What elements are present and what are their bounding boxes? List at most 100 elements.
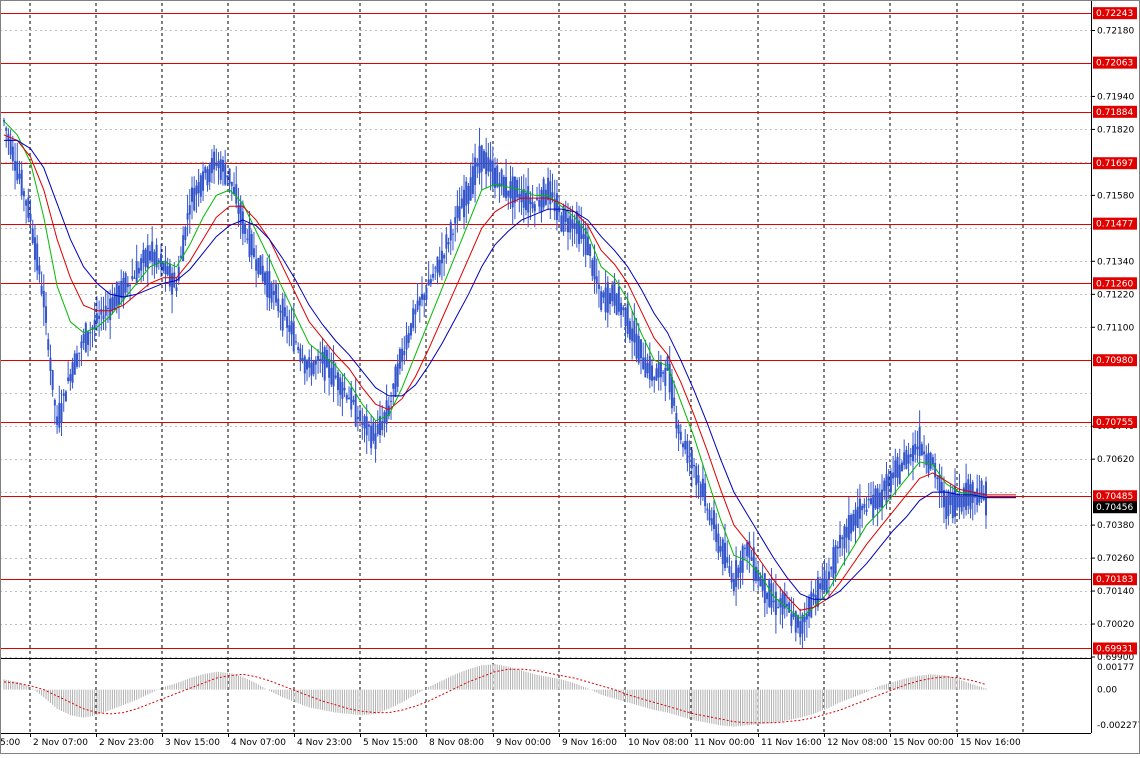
candle [312, 359, 315, 377]
candle-body [38, 265, 41, 275]
candle-body [491, 160, 494, 187]
candle [748, 531, 751, 574]
candle [25, 198, 28, 224]
candle [560, 211, 563, 233]
candle [137, 261, 140, 278]
candle-body [617, 286, 620, 312]
candle [263, 270, 266, 295]
candle [356, 405, 359, 432]
candle [907, 442, 910, 476]
candle [252, 232, 255, 259]
candle [460, 185, 463, 210]
candle [965, 463, 968, 516]
candle-body [151, 241, 154, 262]
candle-body [699, 483, 702, 498]
candle-body [909, 454, 912, 458]
candle-body [233, 186, 236, 195]
price-chart[interactable]: 0.72180 0.71940 0.71820 0.71580 0.71340 0.712… [0, 0, 1140, 754]
candle-body [768, 579, 771, 607]
candle-body [354, 394, 357, 426]
candle [64, 389, 67, 402]
candle [810, 580, 813, 619]
candle-body [190, 187, 193, 202]
candle [20, 161, 23, 200]
current-price-text: 0.70456 [1096, 503, 1133, 513]
candle [940, 466, 943, 508]
candle [438, 246, 441, 278]
candle-body [49, 357, 52, 371]
oscillator-panel [0, 658, 1091, 727]
candle-body [60, 403, 63, 423]
candle-body [447, 242, 450, 245]
candle-body [78, 352, 81, 354]
candle-body [98, 315, 101, 320]
candle-body [11, 146, 14, 162]
candle-body [597, 284, 600, 289]
candle [474, 143, 477, 203]
candle-body [695, 465, 698, 486]
candle-body [805, 613, 808, 620]
candle-body [861, 505, 864, 511]
candle [58, 385, 61, 433]
candle-body [146, 245, 149, 269]
candle-body [297, 346, 300, 351]
candle [721, 537, 724, 576]
candle-body [595, 276, 598, 284]
candle-body [370, 425, 373, 449]
level-label-text: 0.70980 [1096, 356, 1133, 366]
candle-body [874, 488, 877, 509]
candle-body [89, 332, 92, 334]
candle-body [412, 308, 415, 328]
candle [416, 282, 419, 312]
candle-body [401, 348, 404, 362]
candle [861, 503, 864, 528]
osc-tick-label: -0.002277 [1097, 721, 1140, 731]
candle-body [193, 188, 196, 211]
candle-body [518, 194, 521, 199]
candle-body [451, 233, 454, 235]
candle [210, 149, 213, 184]
candle-body [414, 309, 417, 315]
candle-body [602, 292, 605, 298]
candle [261, 254, 264, 284]
candle-body [330, 367, 333, 385]
candle-body [142, 249, 145, 263]
candle [381, 405, 384, 436]
candle-body [728, 566, 731, 574]
candle [197, 169, 200, 207]
candle-body [673, 397, 676, 406]
candle [843, 524, 846, 566]
candle-body [16, 161, 19, 181]
candle-body [662, 372, 665, 374]
candle-body [126, 283, 129, 288]
candle-body [604, 287, 607, 313]
candle [190, 176, 193, 220]
price-tick-label: 0.70380 [1097, 521, 1134, 531]
candle [761, 564, 764, 598]
candle [876, 483, 879, 527]
candle-body [175, 287, 178, 291]
candle [268, 254, 271, 311]
candle-body [409, 323, 412, 336]
candle [847, 496, 850, 556]
candle-body [850, 515, 853, 534]
candle-body [421, 293, 424, 300]
price-tick-label: 0.70620 [1097, 455, 1134, 465]
candle-body [854, 509, 857, 526]
candle-body [883, 480, 886, 491]
candle-body [529, 198, 532, 205]
candle [120, 269, 123, 306]
candle-body [374, 433, 377, 450]
candle [699, 481, 702, 506]
candle-body [929, 452, 932, 469]
candle [445, 227, 448, 264]
candle-body [670, 377, 673, 409]
candle-body [184, 227, 187, 241]
chart-frame [0, 0, 1140, 754]
candle [686, 434, 689, 472]
candle-body [288, 325, 291, 332]
candle [38, 256, 41, 283]
candle [80, 335, 83, 366]
candle [606, 276, 609, 328]
candle-body [244, 223, 247, 234]
